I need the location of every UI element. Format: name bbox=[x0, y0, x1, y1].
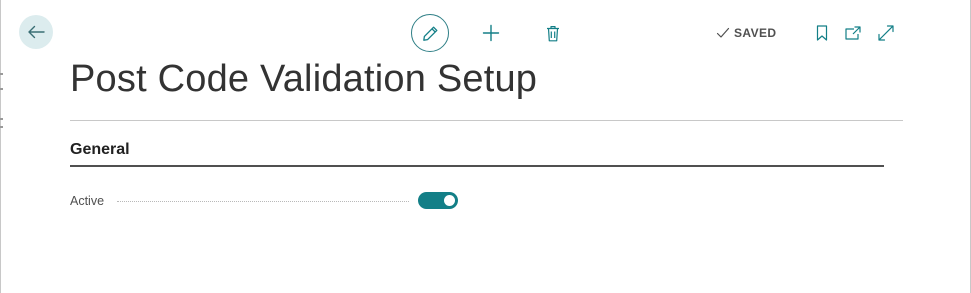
plus-icon bbox=[482, 24, 500, 42]
open-new-window-button[interactable] bbox=[842, 21, 864, 45]
title-divider bbox=[70, 120, 903, 121]
active-toggle[interactable] bbox=[418, 192, 458, 209]
saved-status: SAVED bbox=[716, 24, 776, 42]
open-in-new-window-icon bbox=[845, 26, 861, 40]
edge-marker bbox=[0, 118, 3, 120]
pencil-icon bbox=[422, 26, 437, 41]
bookmark-icon bbox=[816, 25, 828, 41]
field-leader-dots bbox=[117, 201, 409, 202]
arrow-left-icon bbox=[28, 25, 45, 39]
checkmark-icon bbox=[716, 27, 730, 38]
window-left-edge bbox=[0, 0, 1, 293]
group-divider bbox=[70, 165, 884, 167]
edge-marker bbox=[0, 73, 3, 75]
saved-label: SAVED bbox=[734, 26, 777, 40]
expand-button[interactable] bbox=[874, 21, 898, 45]
field-label-active: Active bbox=[70, 194, 105, 208]
page-title: Post Code Validation Setup bbox=[70, 58, 538, 100]
trash-icon bbox=[547, 25, 559, 41]
toggle-knob bbox=[444, 195, 455, 206]
new-button[interactable] bbox=[477, 19, 505, 47]
expand-icon bbox=[878, 25, 894, 41]
edge-marker bbox=[0, 88, 3, 90]
group-header-general[interactable]: General bbox=[70, 141, 130, 159]
edit-button[interactable] bbox=[411, 14, 449, 52]
edge-marker bbox=[0, 126, 3, 128]
bookmark-button[interactable] bbox=[811, 21, 833, 45]
delete-button[interactable] bbox=[539, 19, 567, 47]
back-button[interactable] bbox=[19, 15, 53, 49]
